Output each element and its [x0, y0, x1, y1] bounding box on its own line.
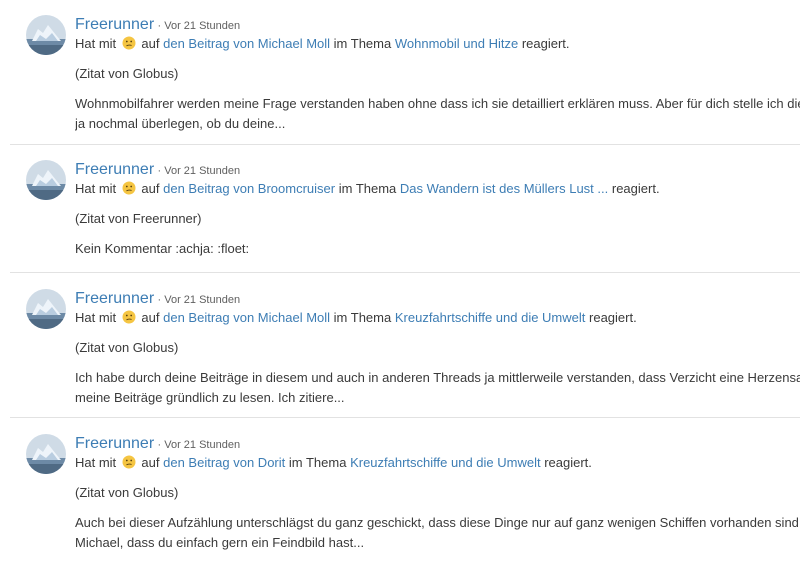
activity-item: Freerunner · Vor 21 Stunden Hat mit auf … — [10, 0, 800, 140]
avatar[interactable] — [26, 15, 66, 55]
reaction-line: Hat mit auf den Beitrag von Michael Moll… — [75, 308, 800, 328]
reaction-mid: auf — [141, 36, 160, 51]
timestamp: · Vor 21 Stunden — [157, 165, 241, 177]
timestamp: · Vor 21 Stunden — [157, 20, 241, 32]
iceberg-avatar-icon — [26, 289, 66, 329]
thema-label: im Thema — [288, 455, 347, 470]
activity-item: Freerunner · Vor 21 Stunden Hat mit auf … — [10, 419, 800, 559]
reaction-prefix: Hat mit — [75, 36, 117, 51]
activity-content: Freerunner · Vor 21 Stunden Hat mit auf … — [75, 161, 800, 259]
iceberg-avatar-icon — [26, 160, 66, 200]
post-link[interactable]: den Beitrag von Dorit — [163, 455, 285, 470]
divider — [10, 272, 800, 273]
reaction-suffix: reagiert. — [611, 181, 660, 196]
activity-item: Freerunner · Vor 21 Stunden Hat mit auf … — [10, 145, 800, 285]
post-link[interactable]: den Beitrag von Michael Moll — [163, 36, 330, 51]
quote-source: (Zitat von Globus) — [75, 340, 179, 355]
post-excerpt: Kein Kommentar :achja: :floet: — [75, 239, 800, 259]
activity-feed: Freerunner · Vor 21 Stunden Hat mit auf … — [0, 0, 800, 561]
timestamp: · Vor 21 Stunden — [157, 294, 241, 306]
activity-content: Freerunner · Vor 21 Stunden Hat mit auf … — [75, 16, 800, 134]
reaction-suffix: reagiert. — [544, 455, 592, 470]
reaction-prefix: Hat mit — [75, 455, 117, 470]
confused-face-emoji-icon — [122, 181, 136, 195]
thread-link[interactable]: Das Wandern ist des Müllers Lust ... — [400, 181, 608, 196]
divider — [10, 417, 800, 418]
reaction-line: Hat mit auf den Beitrag von Dorit im The… — [75, 453, 800, 473]
avatar[interactable] — [26, 160, 66, 200]
iceberg-avatar-icon — [26, 15, 66, 55]
username-link[interactable]: Freerunner — [75, 290, 154, 307]
post-excerpt: Ich habe durch deine Beiträge in diesem … — [75, 368, 800, 408]
activity-item: Freerunner · Vor 21 Stunden Hat mit auf … — [10, 274, 800, 414]
post-link[interactable]: den Beitrag von Michael Moll — [163, 310, 330, 325]
reaction-suffix: reagiert. — [521, 36, 570, 51]
excerpt-line: Auch bei dieser Aufzählung unterschlägst… — [75, 515, 800, 530]
thread-link[interactable]: Kreuzfahrtschiffe und die Umwelt — [395, 310, 586, 325]
username-link[interactable]: Freerunner — [75, 16, 154, 33]
confused-face-emoji-icon — [122, 310, 136, 324]
excerpt-line: Michael, dass du einfach gern ein Feindb… — [75, 535, 365, 550]
activity-header: Freerunner · Vor 21 Stunden — [75, 161, 800, 179]
avatar[interactable] — [26, 289, 66, 329]
thema-label: im Thema — [333, 36, 392, 51]
post-excerpt: Wohnmobilfahrer werden meine Frage verst… — [75, 94, 800, 134]
username-link[interactable]: Freerunner — [75, 435, 154, 452]
username-link[interactable]: Freerunner — [75, 161, 154, 178]
reaction-suffix: reagiert. — [589, 310, 637, 325]
timestamp: · Vor 21 Stunden — [157, 439, 241, 451]
reaction-line: Hat mit auf den Beitrag von Broomcruiser… — [75, 179, 800, 199]
quote-source: (Zitat von Globus) — [75, 66, 179, 81]
thread-link[interactable]: Wohnmobil und Hitze — [395, 36, 518, 51]
thema-label: im Thema — [338, 181, 397, 196]
iceberg-avatar-icon — [26, 434, 66, 474]
activity-header: Freerunner · Vor 21 Stunden — [75, 435, 800, 453]
post-link[interactable]: den Beitrag von Broomcruiser — [163, 181, 335, 196]
confused-face-emoji-icon — [122, 36, 136, 50]
thread-link[interactable]: Kreuzfahrtschiffe und die Umwelt — [350, 455, 541, 470]
excerpt-line: Wohnmobilfahrer werden meine Frage verst… — [75, 96, 800, 111]
excerpt-line: Kein Kommentar :achja: :floet: — [75, 241, 250, 256]
activity-header: Freerunner · Vor 21 Stunden — [75, 16, 800, 34]
confused-face-emoji-icon — [122, 455, 136, 469]
activity-content: Freerunner · Vor 21 Stunden Hat mit auf … — [75, 290, 800, 408]
quote-source: (Zitat von Globus) — [75, 485, 179, 500]
activity-header: Freerunner · Vor 21 Stunden — [75, 290, 800, 308]
avatar[interactable] — [26, 434, 66, 474]
reaction-mid: auf — [141, 455, 160, 470]
thema-label: im Thema — [333, 310, 392, 325]
excerpt-line: meine Beiträge gründlich zu lesen. Ich z… — [75, 390, 345, 405]
quote-source: (Zitat von Freerunner) — [75, 211, 202, 226]
reaction-mid: auf — [141, 310, 160, 325]
reaction-prefix: Hat mit — [75, 310, 117, 325]
excerpt-line: ja nochmal überlegen, ob du deine... — [75, 116, 286, 131]
excerpt-line: Ich habe durch deine Beiträge in diesem … — [75, 370, 800, 385]
reaction-mid: auf — [141, 181, 160, 196]
post-excerpt: Auch bei dieser Aufzählung unterschlägst… — [75, 513, 800, 553]
reaction-line: Hat mit auf den Beitrag von Michael Moll… — [75, 34, 800, 54]
activity-content: Freerunner · Vor 21 Stunden Hat mit auf … — [75, 435, 800, 553]
reaction-prefix: Hat mit — [75, 181, 117, 196]
